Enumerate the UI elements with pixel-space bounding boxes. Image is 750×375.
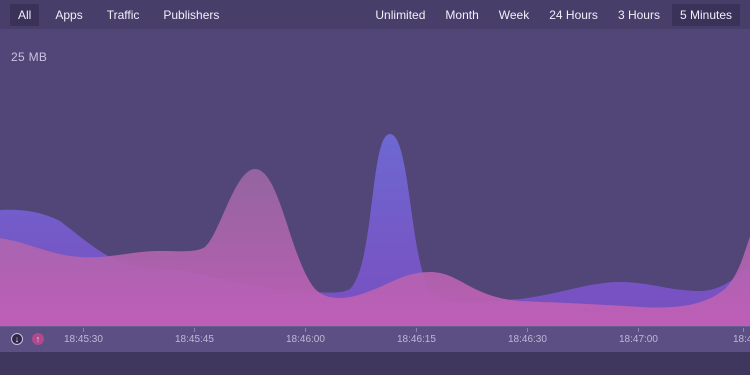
- time-tick: 18:46:15: [397, 328, 436, 345]
- time-tick: 18:4: [733, 328, 750, 345]
- time-tick: 18:45:30: [64, 328, 103, 345]
- download-legend-icon[interactable]: ↓: [11, 333, 23, 345]
- range-unlimited-button[interactable]: Unlimited: [367, 4, 433, 26]
- filter-apps-button[interactable]: Apps: [47, 4, 90, 26]
- upload-legend-icon[interactable]: ↑: [32, 333, 44, 345]
- time-tick: 18:47:00: [619, 328, 658, 345]
- timeline-axis: ↓ ↑ 18:45:30 18:45:45 18:46:00 18:46:15 …: [0, 326, 750, 352]
- range-tabs: Unlimited Month Week 24 Hours 3 Hours 5 …: [365, 3, 740, 26]
- time-tick: 18:46:30: [508, 328, 547, 345]
- bottom-panel: [0, 352, 750, 375]
- range-24-hours-button[interactable]: 24 Hours: [541, 4, 606, 26]
- range-3-hours-button[interactable]: 3 Hours: [610, 4, 668, 26]
- time-tick: 18:46:00: [286, 328, 325, 345]
- top-toolbar: All Apps Traffic Publishers Unlimited Mo…: [0, 0, 750, 29]
- time-tick: 18:45:45: [175, 328, 214, 345]
- filter-publishers-button[interactable]: Publishers: [155, 4, 227, 26]
- traffic-area-chart: [0, 134, 750, 326]
- filter-traffic-button[interactable]: Traffic: [99, 4, 148, 26]
- filter-all-button[interactable]: All: [10, 3, 40, 26]
- range-week-button[interactable]: Week: [491, 4, 537, 26]
- range-month-button[interactable]: Month: [437, 4, 486, 26]
- filter-tabs: All Apps Traffic Publishers: [10, 3, 233, 26]
- range-5-minutes-button[interactable]: 5 Minutes: [671, 3, 740, 26]
